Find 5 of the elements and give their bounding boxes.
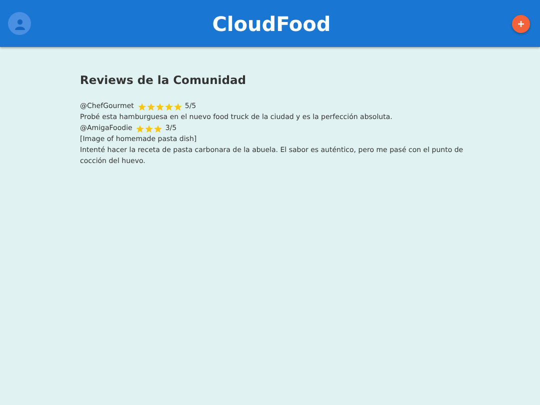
section-heading: Reviews de la Comunidad	[80, 73, 247, 87]
plus-icon	[518, 20, 524, 26]
add-button[interactable]	[512, 14, 530, 32]
app-title: CloudFood	[212, 12, 331, 36]
person-icon	[14, 18, 26, 30]
